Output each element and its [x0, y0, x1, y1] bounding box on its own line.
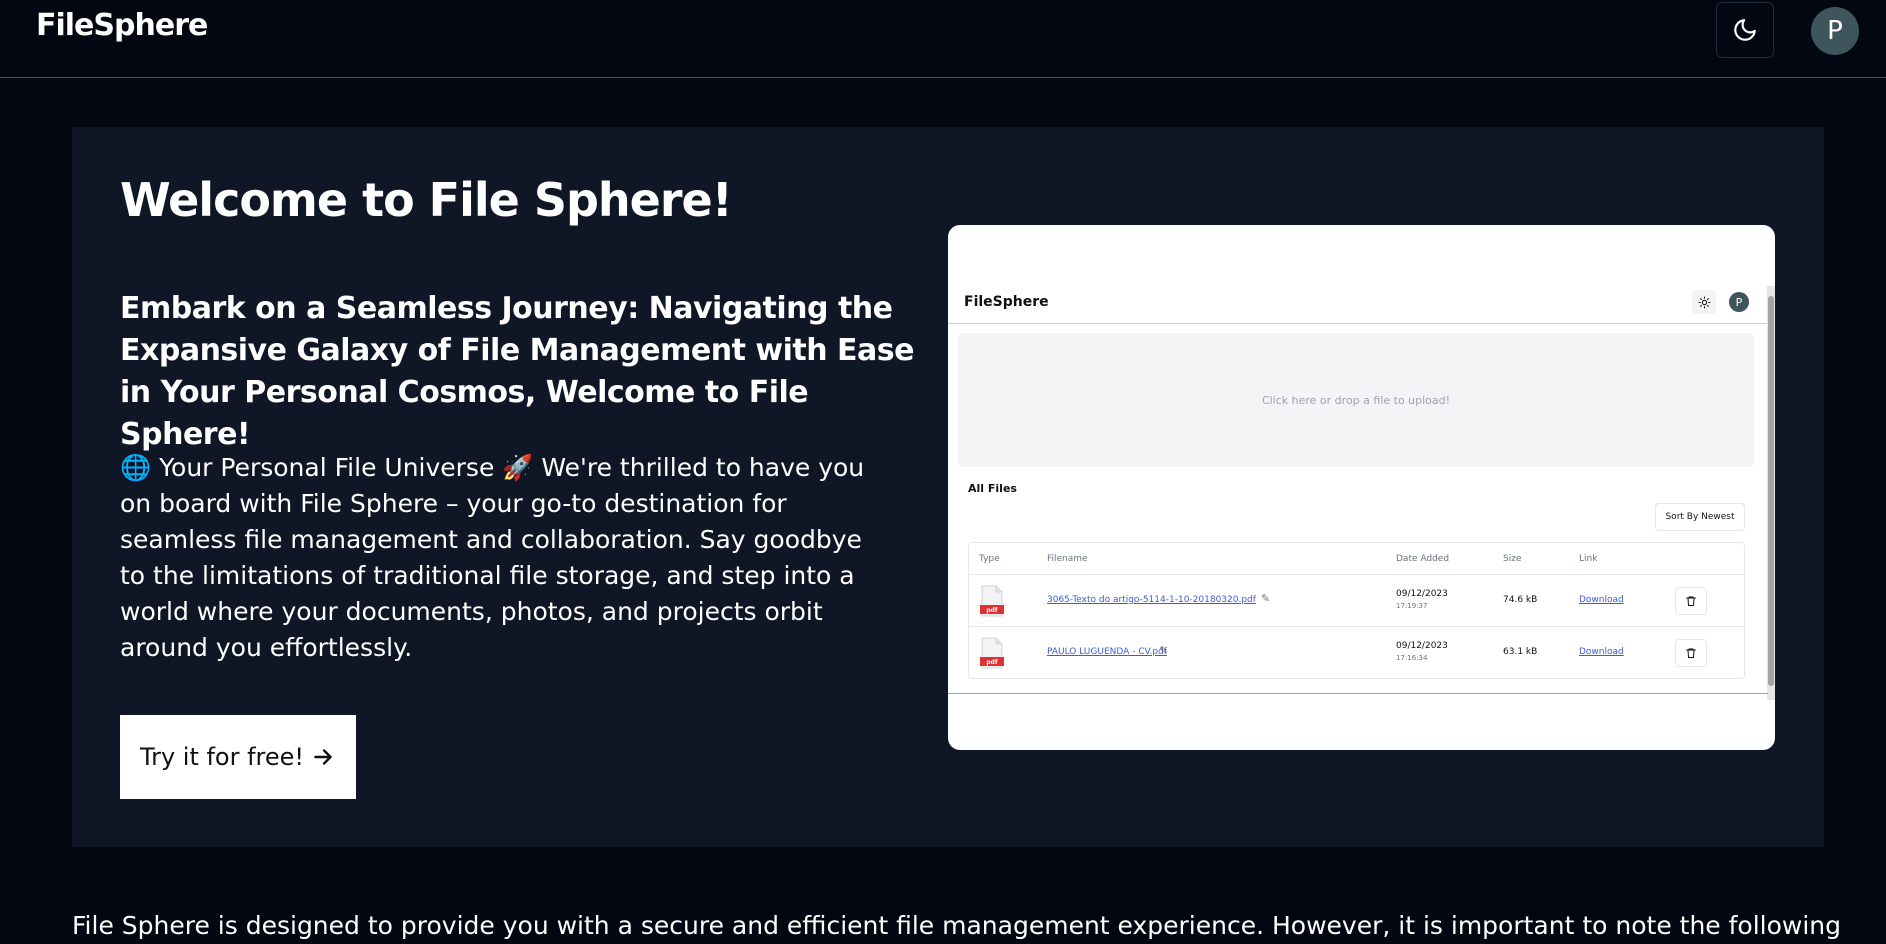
sun-icon: [1698, 296, 1710, 308]
preview-scrollbar: [1767, 286, 1775, 700]
file-name-link: 3065-Texto do artigo-5114-1-10-20180320.…: [1047, 595, 1256, 605]
preview-dropzone: Click here or drop a file to upload!: [958, 333, 1754, 467]
top-navbar: FileSphere P: [0, 0, 1886, 78]
hero-title: Welcome to File Sphere!: [120, 173, 733, 227]
file-time: 17:19:37: [1396, 602, 1428, 610]
pdf-file-icon: pdf: [980, 585, 1004, 617]
file-size: 63.1 kB: [1503, 647, 1538, 657]
user-avatar[interactable]: P: [1811, 7, 1859, 55]
preview-theme-button: [1692, 290, 1716, 314]
app-logo[interactable]: FileSphere: [36, 8, 208, 43]
table-row: pdf PAULO LUGUENDA - CV.pdf ✎ 09/12/2023…: [969, 626, 1744, 679]
file-name-link: PAULO LUGUENDA - CV.pdf: [1047, 647, 1168, 657]
preview-logo: FileSphere: [964, 294, 1049, 310]
column-header-date: Date Added: [1396, 554, 1450, 564]
moon-icon: [1734, 19, 1756, 41]
file-size: 74.6 kB: [1503, 595, 1538, 605]
all-files-heading: All Files: [968, 482, 1017, 495]
table-row: pdf 3065-Texto do artigo-5114-1-10-20180…: [969, 574, 1744, 627]
theme-toggle-button[interactable]: [1716, 2, 1774, 58]
preview-divider: [948, 693, 1768, 694]
hero-section: Welcome to File Sphere! Embark on a Seam…: [72, 127, 1824, 847]
download-link: Download: [1579, 595, 1624, 605]
column-header-link: Link: [1579, 554, 1598, 564]
try-free-button[interactable]: Try it for free!: [120, 715, 356, 799]
dropzone-text: Click here or drop a file to upload!: [1261, 393, 1451, 407]
delete-button: [1675, 587, 1707, 615]
edit-pencil-icon: ✎: [1159, 644, 1169, 657]
sort-button: Sort By Newest: [1655, 503, 1745, 531]
download-link: Download: [1579, 647, 1624, 657]
trash-icon: [1686, 648, 1696, 658]
preview-avatar: P: [1729, 292, 1749, 312]
hero-subtitle: Embark on a Seamless Journey: Navigating…: [120, 291, 914, 452]
edit-pencil-icon: ✎: [1261, 592, 1271, 605]
pdf-badge-label: pdf: [986, 659, 998, 666]
arrow-right-icon: [314, 749, 332, 765]
pdf-badge-label: pdf: [986, 607, 998, 614]
delete-button: [1675, 639, 1707, 667]
files-table: Type Filename Date Added Size Link pdf 3…: [968, 542, 1745, 679]
file-date: 09/12/2023: [1396, 641, 1448, 651]
info-paragraph: File Sphere is designed to provide you w…: [72, 911, 1842, 940]
file-date: 09/12/2023: [1396, 589, 1448, 599]
app-preview-screenshot: FileSphere P Click here or drop a file t…: [948, 225, 1775, 750]
preview-scrollbar-thumb: [1768, 296, 1774, 686]
try-free-label: Try it for free!: [139, 743, 305, 771]
hero-description: 🌐 Your Personal File Universe 🚀 We're th…: [120, 453, 865, 662]
trash-icon: [1686, 596, 1696, 606]
preview-navbar: FileSphere P: [948, 286, 1768, 324]
pdf-file-icon: pdf: [980, 637, 1004, 669]
file-time: 17:16:34: [1396, 654, 1428, 662]
column-header-size: Size: [1503, 554, 1522, 564]
column-header-type: Type: [979, 554, 1000, 564]
column-header-filename: Filename: [1047, 554, 1088, 564]
